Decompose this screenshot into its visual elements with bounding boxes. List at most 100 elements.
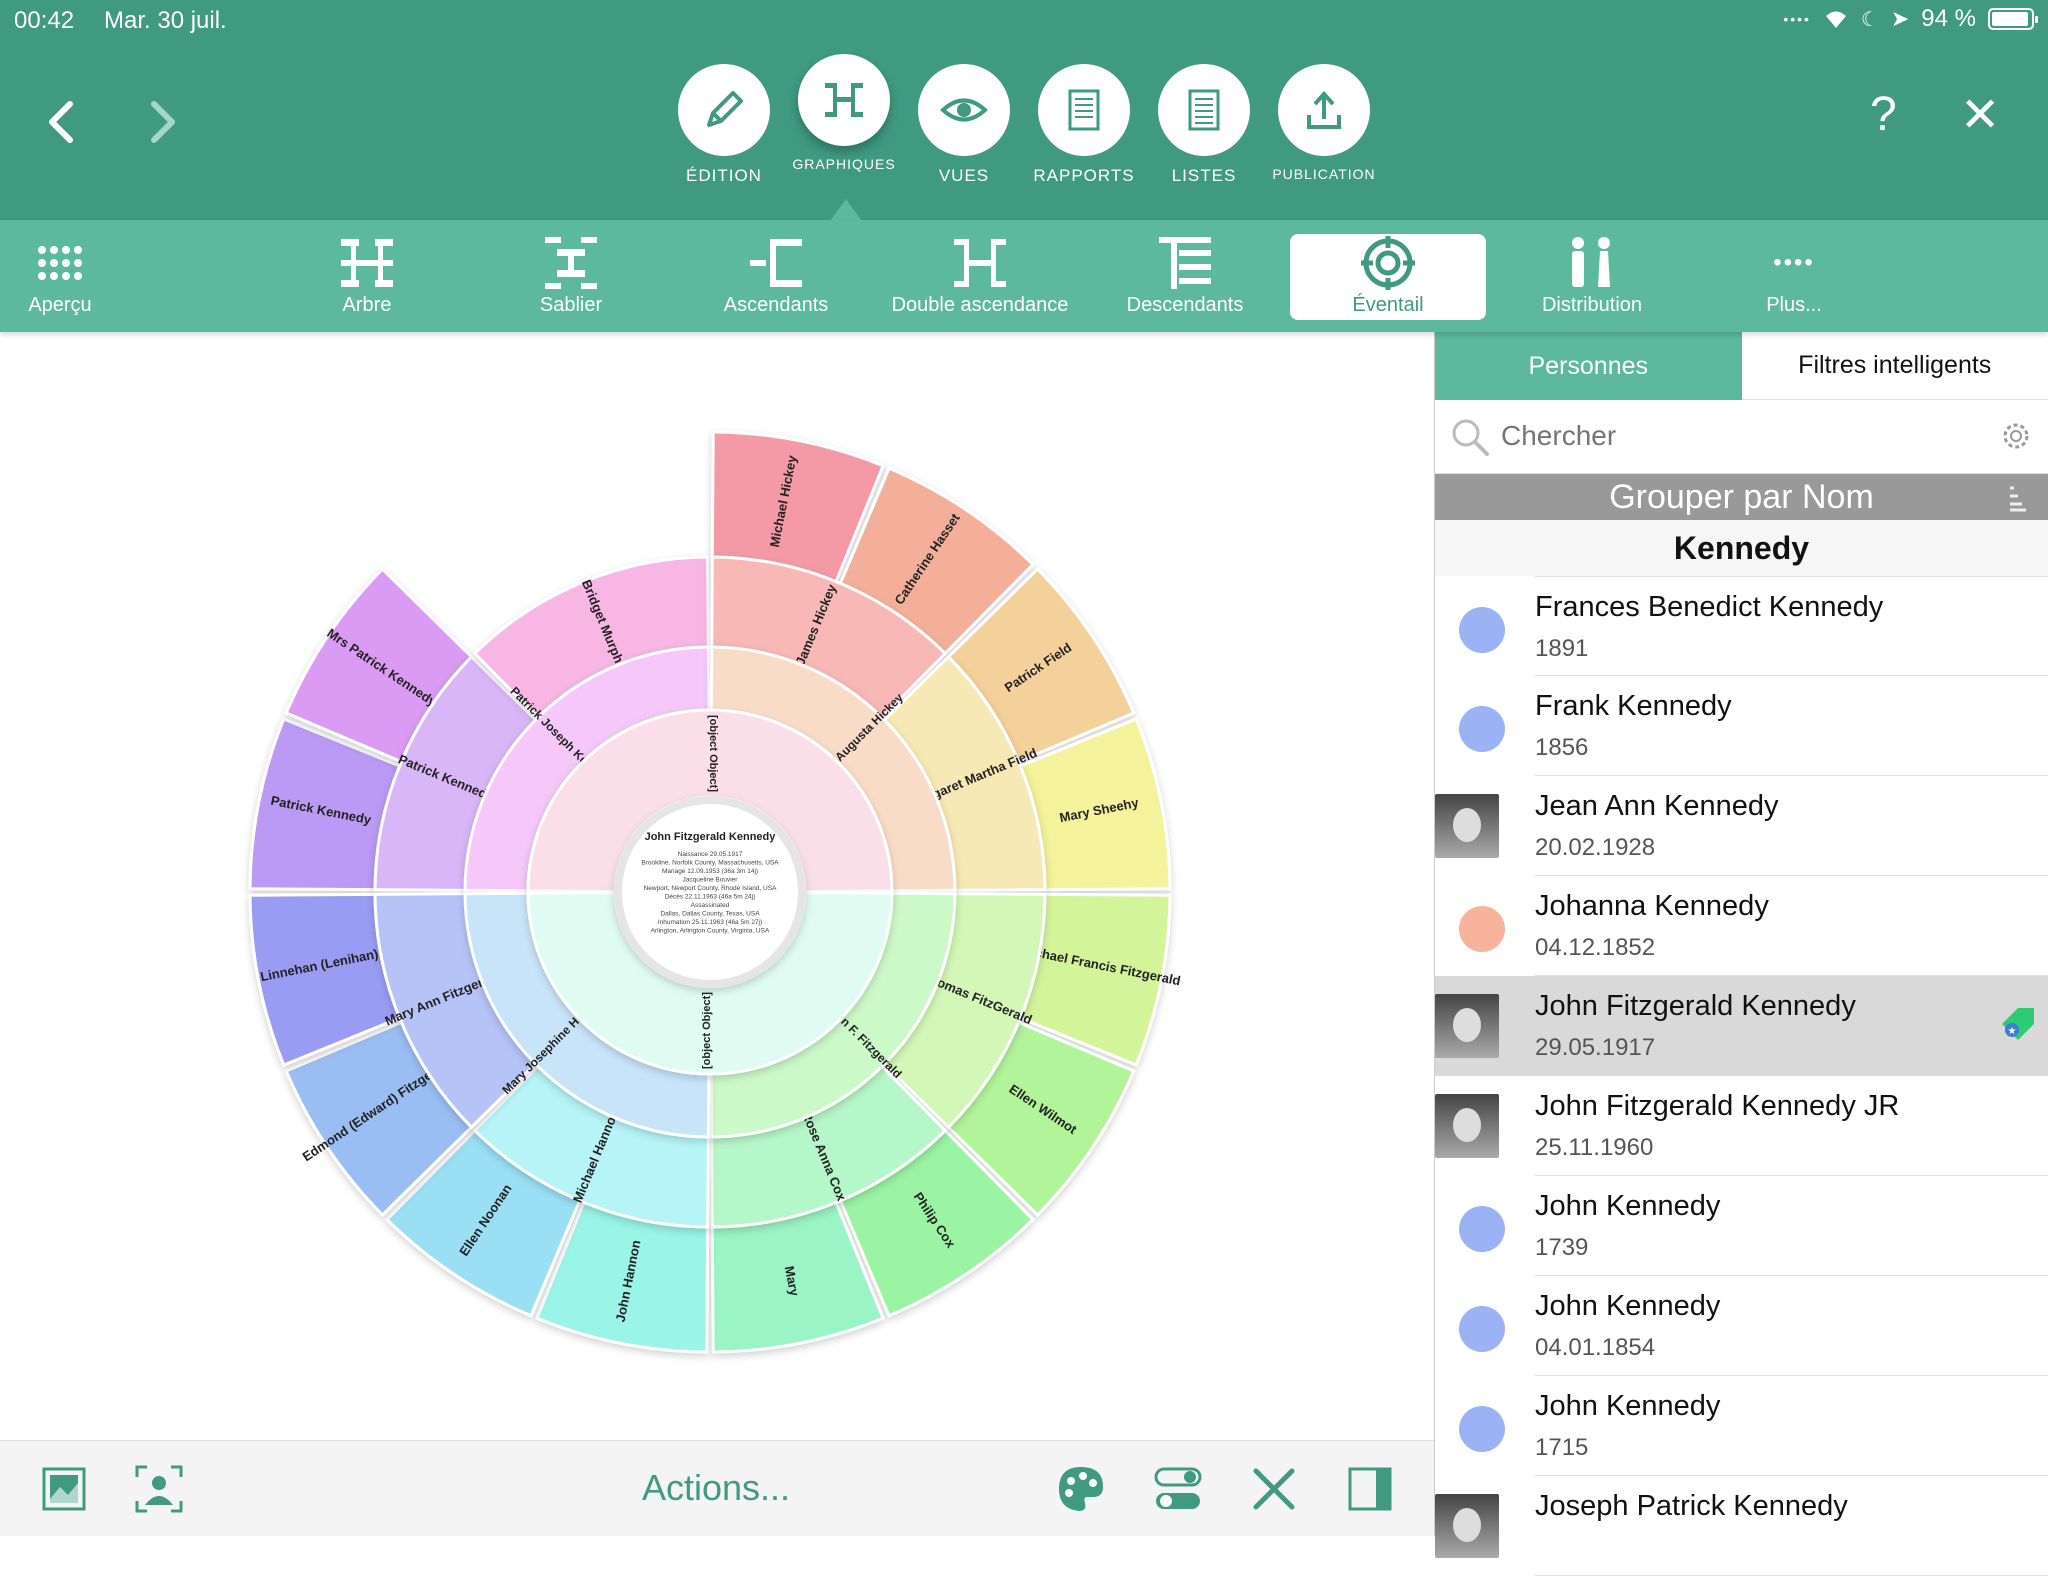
avatar bbox=[1435, 994, 1499, 1058]
search-bar bbox=[1435, 400, 2048, 474]
subbar-item-eventail[interactable]: Éventail bbox=[1290, 234, 1486, 320]
fan-center-detail: Décès 22.11.1963 (46a 5m 24j) bbox=[665, 894, 756, 901]
person-list: Frances Benedict Kennedy1891Frank Kenned… bbox=[1435, 576, 2048, 1576]
person-name: John Fitzgerald Kennedy bbox=[1535, 990, 1856, 1023]
avatar-placeholder-icon bbox=[1459, 1406, 1505, 1452]
search-input[interactable] bbox=[1501, 414, 1961, 458]
list-item[interactable]: John Kennedy1715 bbox=[1535, 1376, 2048, 1476]
close-button[interactable]: ✕ bbox=[1960, 87, 2000, 143]
sidebar-toggle-icon[interactable] bbox=[1344, 1463, 1396, 1515]
chart-type-bar: Aperçu Arbre Sablier Ascendants Double a… bbox=[0, 220, 2048, 332]
chart-area: Patrick KennedyMrs Patrick KennedyMichae… bbox=[0, 332, 1434, 1440]
person-name: John Kennedy bbox=[1535, 1290, 1720, 1323]
avatar-placeholder-icon bbox=[1459, 906, 1505, 952]
fan-center-circle[interactable] bbox=[618, 800, 802, 984]
bottom-toolbar: Actions... bbox=[0, 1440, 1434, 1536]
person-date: 1715 bbox=[1535, 1434, 1588, 1462]
tab-personnes[interactable]: Personnes bbox=[1435, 332, 1742, 400]
status-time: 00:42 bbox=[14, 7, 74, 35]
main-toolbar: ÉDITION GRAPHIQUES VUES RAPPORTS LISTES … bbox=[0, 42, 2048, 220]
person-date: 20.02.1928 bbox=[1535, 834, 1655, 862]
publication-label: PUBLICATION bbox=[1269, 166, 1379, 182]
hourglass-icon bbox=[543, 235, 599, 291]
person-date: 25.11.1960 bbox=[1535, 1134, 1653, 1162]
tools-icon[interactable] bbox=[1248, 1463, 1300, 1515]
status-date: Mar. 30 juil. bbox=[104, 7, 227, 35]
tab-filtres-intelligents[interactable]: Filtres intelligents bbox=[1742, 332, 2048, 400]
avatar bbox=[1435, 1094, 1499, 1158]
list-item[interactable]: John Kennedy1739 bbox=[1535, 1176, 2048, 1276]
graphiques-button[interactable]: GRAPHIQUES bbox=[789, 64, 899, 172]
list-icon bbox=[1179, 85, 1229, 135]
location-icon: ➤ bbox=[1891, 6, 1909, 32]
double-ascendance-icon bbox=[952, 235, 1008, 291]
status-bar: 00:42 Mar. 30 juil. •••• ☾ ➤ 94 % bbox=[0, 0, 2048, 42]
list-item[interactable]: John Kennedy 04.01.1854 bbox=[1535, 1276, 2048, 1376]
forward-arrow-icon[interactable] bbox=[132, 92, 192, 152]
list-item[interactable]: John Fitzgerald Kennedy JR 25.11.1960 bbox=[1535, 1076, 2048, 1176]
grid-dots-icon bbox=[37, 245, 83, 281]
vues-label: VUES bbox=[909, 166, 1019, 186]
vues-button[interactable]: VUES bbox=[909, 64, 1019, 186]
subbar-item-apercu[interactable]: Aperçu bbox=[20, 234, 100, 320]
battery-icon bbox=[1988, 8, 2034, 30]
list-item[interactable]: Joseph Patrick Kennedy bbox=[1535, 1476, 2048, 1576]
list-item[interactable]: Johanna Kennedy04.12.1852 bbox=[1535, 876, 2048, 976]
person-name: Frank Kennedy bbox=[1535, 690, 1732, 723]
fan-person-name: [object Object] bbox=[707, 715, 719, 792]
gear-icon[interactable] bbox=[1998, 418, 2034, 454]
sidebar-tabs: Personnes Filtres intelligents bbox=[1435, 332, 2048, 400]
help-button[interactable]: ? bbox=[1870, 87, 1897, 142]
subbar-item-sablier[interactable]: Sablier bbox=[531, 234, 611, 320]
subbar-label: Plus... bbox=[1754, 294, 1834, 317]
svg-text:★: ★ bbox=[2008, 1026, 2017, 1037]
subbar-item-ascendants[interactable]: Ascendants bbox=[718, 234, 834, 320]
subbar-item-descendants[interactable]: Descendants bbox=[1120, 234, 1250, 320]
fan-chart[interactable]: Patrick KennedyMrs Patrick KennedyMichae… bbox=[200, 382, 1220, 1402]
rapports-button[interactable]: RAPPORTS bbox=[1029, 64, 1139, 186]
fan-center-name: John Fitzgerald Kennedy bbox=[645, 831, 777, 843]
person-name: John Fitzgerald Kennedy JR bbox=[1535, 1090, 1899, 1123]
toggles-icon[interactable] bbox=[1152, 1463, 1204, 1515]
palette-icon[interactable] bbox=[1055, 1463, 1107, 1515]
person-date: 29.05.1917 bbox=[1535, 1034, 1655, 1062]
fan-target-icon bbox=[1359, 234, 1417, 292]
person-name: Joseph Patrick Kennedy bbox=[1535, 1490, 1848, 1523]
subbar-label: Arbre bbox=[327, 294, 407, 317]
publication-button[interactable]: PUBLICATION bbox=[1269, 64, 1379, 182]
group-by-label: Grouper par Nom bbox=[1609, 478, 1874, 516]
fan-center-detail: Brookline, Norfolk County, Massachusetts… bbox=[641, 860, 779, 867]
fan-center-detail: Inhumation 25.11.1963 (46a 5m 27j) bbox=[658, 919, 762, 926]
subbar-label: Distribution bbox=[1530, 294, 1654, 317]
tree-icon bbox=[339, 235, 395, 291]
active-tab-pointer bbox=[830, 199, 862, 221]
wifi-icon bbox=[1823, 8, 1849, 30]
subbar-label: Ascendants bbox=[718, 294, 834, 317]
list-item[interactable]: Frances Benedict Kennedy1891 bbox=[1535, 576, 2048, 676]
person-date: 04.01.1854 bbox=[1535, 1334, 1655, 1362]
avatar-placeholder-icon bbox=[1459, 1206, 1505, 1252]
sort-icon[interactable] bbox=[2008, 484, 2028, 512]
subbar-item-arbre[interactable]: Arbre bbox=[327, 234, 407, 320]
chart-icon bbox=[819, 75, 869, 125]
listes-label: LISTES bbox=[1149, 166, 1259, 186]
moon-icon: ☾ bbox=[1861, 7, 1879, 32]
list-item[interactable]: John Fitzgerald Kennedy 29.05.1917 ★ bbox=[1435, 976, 2048, 1076]
subbar-item-double-ascendance[interactable]: Double ascendance bbox=[885, 234, 1075, 320]
subbar-label: Descendants bbox=[1120, 294, 1250, 317]
group-by-bar[interactable]: Grouper par Nom bbox=[1435, 474, 2048, 520]
actions-button[interactable]: Actions... bbox=[642, 1467, 790, 1509]
subbar-item-plus[interactable]: •••• Plus... bbox=[1754, 234, 1834, 320]
fit-image-icon[interactable] bbox=[38, 1463, 90, 1515]
back-arrow-icon[interactable] bbox=[32, 92, 92, 152]
focus-person-icon[interactable] bbox=[133, 1463, 185, 1515]
edition-button[interactable]: ÉDITION bbox=[669, 64, 779, 186]
subbar-item-distribution[interactable]: Distribution bbox=[1530, 234, 1654, 320]
listes-button[interactable]: LISTES bbox=[1149, 64, 1259, 186]
fan-center-detail: Arlington, Arlington County, Virginia, U… bbox=[651, 928, 770, 935]
person-date: 1856 bbox=[1535, 734, 1588, 762]
report-icon bbox=[1059, 85, 1109, 135]
search-icon bbox=[1449, 416, 1491, 458]
list-item[interactable]: Frank Kennedy 1856 bbox=[1535, 676, 2048, 776]
list-item[interactable]: Jean Ann Kennedy20.02.1928 bbox=[1535, 776, 2048, 876]
